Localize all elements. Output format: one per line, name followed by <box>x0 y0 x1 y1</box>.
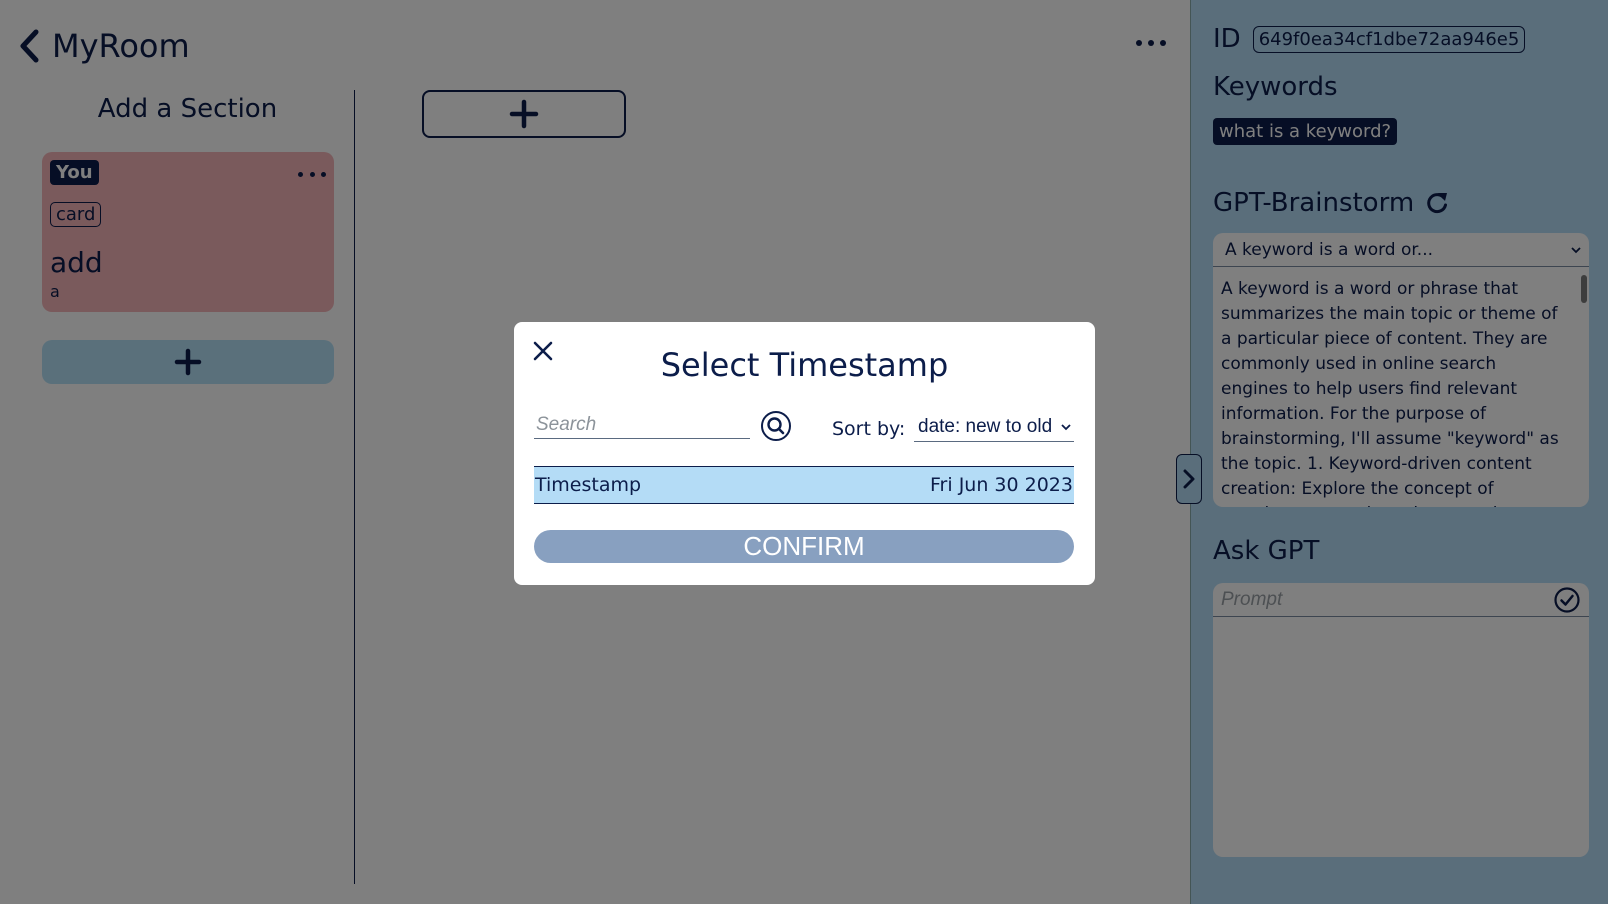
sort-selected-value: date: new to old <box>918 415 1053 437</box>
timestamp-list: Timestamp Fri Jun 30 2023 <box>534 466 1074 504</box>
timestamp-label: Timestamp <box>535 474 642 496</box>
search-icon[interactable] <box>760 410 792 442</box>
confirm-button[interactable]: CONFIRM <box>534 530 1074 563</box>
search-input[interactable] <box>534 412 750 438</box>
select-timestamp-dialog: Select Timestamp Sort by: date: new to o… <box>514 322 1095 585</box>
timestamp-date: Fri Jun 30 2023 <box>930 474 1073 496</box>
timestamp-row[interactable]: Timestamp Fri Jun 30 2023 <box>534 467 1074 503</box>
dialog-title: Select Timestamp <box>660 346 949 384</box>
search-field <box>534 412 750 439</box>
sort-label: Sort by: <box>832 418 906 440</box>
chevron-down-icon <box>1061 423 1071 430</box>
sort-select[interactable]: date: new to old <box>914 412 1074 442</box>
